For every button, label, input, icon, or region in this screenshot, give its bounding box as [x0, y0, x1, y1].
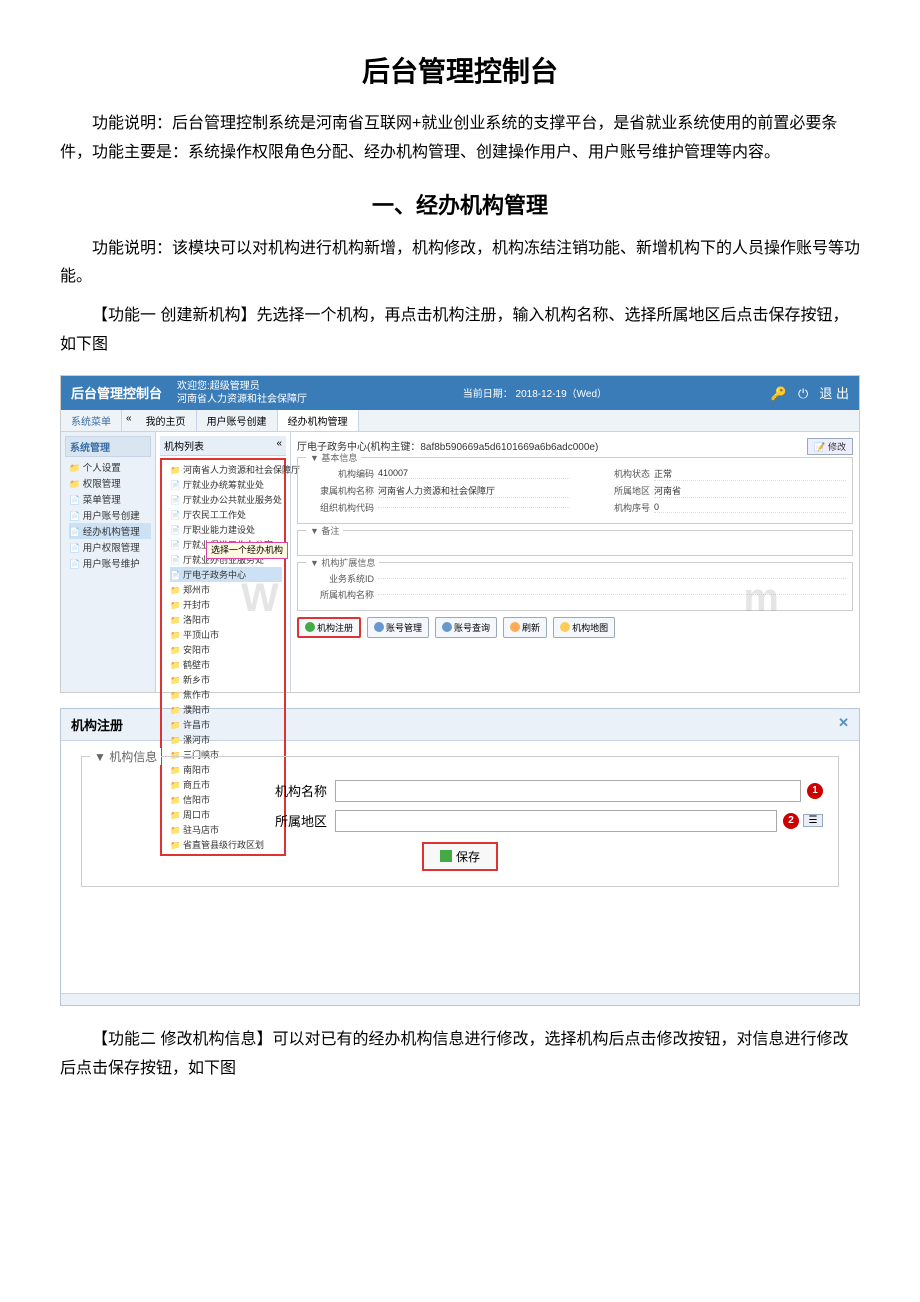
org-register-button[interactable]: 机构注册 [297, 617, 361, 638]
save-button[interactable]: 保存 [422, 842, 498, 871]
func2-desc: 【功能二 修改机构信息】可以对已有的经办机构信息进行修改，选择机构后点击修改按钮… [60, 1026, 860, 1084]
callout-select-org: 选择一个经办机构 [206, 542, 288, 559]
logout-link[interactable]: 退 出 [819, 386, 849, 401]
section1-title: 一、经办机构管理 [60, 188, 860, 220]
account-manage-button[interactable]: 账号管理 [367, 617, 429, 638]
add-icon [305, 622, 315, 632]
tree-city[interactable]: 新乡市 [170, 672, 282, 687]
refresh-icon [510, 622, 520, 632]
func1-desc: 【功能一 创建新机构】先选择一个机构，再点击机构注册，输入机构名称、选择所属地区… [60, 302, 860, 360]
tree-node-selected[interactable]: 厅电子政务中心 [170, 567, 282, 582]
tree-city[interactable]: 洛阳市 [170, 612, 282, 627]
tree-city[interactable]: 濮阳市 [170, 702, 282, 717]
tree-node[interactable]: 厅就业办公共就业服务处 [170, 492, 282, 507]
tree-title: 机构列表 « [160, 436, 286, 456]
tree-node[interactable]: 厅职业能力建设处 [170, 522, 282, 537]
save-icon [440, 850, 452, 862]
tree-root[interactable]: 河南省人力资源和社会保障厅 [170, 462, 282, 477]
close-icon[interactable]: ✕ [838, 715, 849, 734]
tab-user-create[interactable]: 用户账号创建 [197, 410, 278, 431]
tree-city[interactable]: 许昌市 [170, 717, 282, 732]
sidebar-title: 系统管理 [65, 436, 151, 457]
sidebar-item[interactable]: 用户权限管理 [69, 539, 151, 555]
sidebar-item-active[interactable]: 经办机构管理 [69, 523, 151, 539]
sidebar-list: 个人设置 权限管理 菜单管理 用户账号创建 经办机构管理 用户权限管理 用户账号… [65, 459, 151, 571]
doc-title: 后台管理控制台 [60, 50, 860, 90]
detail-panel: 厅电子政务中心(机构主键：8af8b590669a5d6101669a6b6ad… [291, 432, 859, 692]
sidebar-item[interactable]: 权限管理 [69, 475, 151, 491]
ext-legend: ▼ 机构扩展信息 [306, 556, 379, 569]
sidebar-item[interactable]: 菜单管理 [69, 491, 151, 507]
refresh-button[interactable]: 刷新 [503, 617, 547, 638]
account-query-button[interactable]: 账号查询 [435, 617, 497, 638]
tab-bar: 系统菜单 « 我的主页 用户账号创建 经办机构管理 [61, 410, 859, 432]
tab-home[interactable]: 我的主页 [136, 410, 197, 431]
section1-desc: 功能说明：该模块可以对机构进行机构新增，机构修改，机构冻结注销功能、新增机构下的… [60, 235, 860, 293]
nav-label: 系统菜单 [61, 410, 122, 431]
marker-2: 2 [783, 813, 799, 829]
org-name-label: 机构名称 [97, 781, 327, 800]
marker-1: 1 [807, 783, 823, 799]
tree-city[interactable]: 焦作市 [170, 687, 282, 702]
region-label: 所属地区 [97, 811, 327, 830]
action-button-row: 机构注册 账号管理 账号查询 刷新 机构地图 [297, 617, 853, 638]
org-map-button[interactable]: 机构地图 [553, 617, 615, 638]
tree-node[interactable]: 厅农民工工作处 [170, 507, 282, 522]
app-logo: 后台管理控制台 [71, 383, 162, 402]
current-date: 当前日期： 2018-12-19（Wed） [463, 385, 607, 400]
home-icon [560, 622, 570, 632]
tree-node[interactable]: 厅就业办统筹就业处 [170, 477, 282, 492]
ext-info-group: ▼ 机构扩展信息 业务系统ID 所属机构名称 [297, 562, 853, 611]
screenshot-app: 后台管理控制台 欢迎您:超级管理员 河南省人力资源和社会保障厅 当前日期： 20… [60, 375, 860, 693]
key-icon[interactable]: 🔑 [771, 386, 787, 401]
region-input[interactable] [335, 810, 777, 832]
basic-legend: ▼ 基本信息 [306, 451, 361, 464]
basic-info-group: ▼ 基本信息 机构编码410007 机构状态正常 隶属机构名称河南省人力资源和社… [297, 457, 853, 524]
search-icon [442, 622, 452, 632]
doc-intro: 功能说明：后台管理控制系统是河南省互联网+就业创业系统的支撑平台，是省就业系统使… [60, 110, 860, 168]
region-picker-icon[interactable]: ☰ [803, 814, 823, 827]
tree-city[interactable]: 安阳市 [170, 642, 282, 657]
modify-button[interactable]: 📝 修改 [807, 438, 853, 455]
sidebar: 系统管理 个人设置 权限管理 菜单管理 用户账号创建 经办机构管理 用户权限管理… [61, 432, 156, 692]
tree-city[interactable]: 开封市 [170, 597, 282, 612]
power-icon[interactable]: ⏻ [798, 386, 808, 401]
tree-panel: 机构列表 « 河南省人力资源和社会保障厅 厅就业办统筹就业处 厅就业办公共就业服… [156, 432, 291, 692]
user-icon [374, 622, 384, 632]
sidebar-item[interactable]: 个人设置 [69, 459, 151, 475]
tree-city[interactable]: 鹤壁市 [170, 657, 282, 672]
tab-org-manage[interactable]: 经办机构管理 [278, 410, 359, 431]
app-header: 后台管理控制台 欢迎您:超级管理员 河南省人力资源和社会保障厅 当前日期： 20… [61, 376, 859, 410]
sidebar-item[interactable]: 用户账号创建 [69, 507, 151, 523]
welcome-text: 欢迎您:超级管理员 河南省人力资源和社会保障厅 [177, 380, 307, 406]
org-info-legend: ▼ 机构信息 [90, 748, 161, 765]
tree-city[interactable]: 郑州市 [170, 582, 282, 597]
sidebar-item[interactable]: 用户账号维护 [69, 555, 151, 571]
tree-city[interactable]: 漯河市 [170, 732, 282, 747]
dialog-title: 机构注册 [71, 715, 123, 734]
org-name-input[interactable] [335, 780, 801, 802]
remark-legend: ▼ 备注 [306, 524, 343, 537]
tree-city[interactable]: 平顶山市 [170, 627, 282, 642]
detail-title: 厅电子政务中心(机构主键：8af8b590669a5d6101669a6b6ad… [297, 438, 853, 453]
remark-group: ▼ 备注 [297, 530, 853, 556]
dialog-footer [61, 993, 859, 1005]
